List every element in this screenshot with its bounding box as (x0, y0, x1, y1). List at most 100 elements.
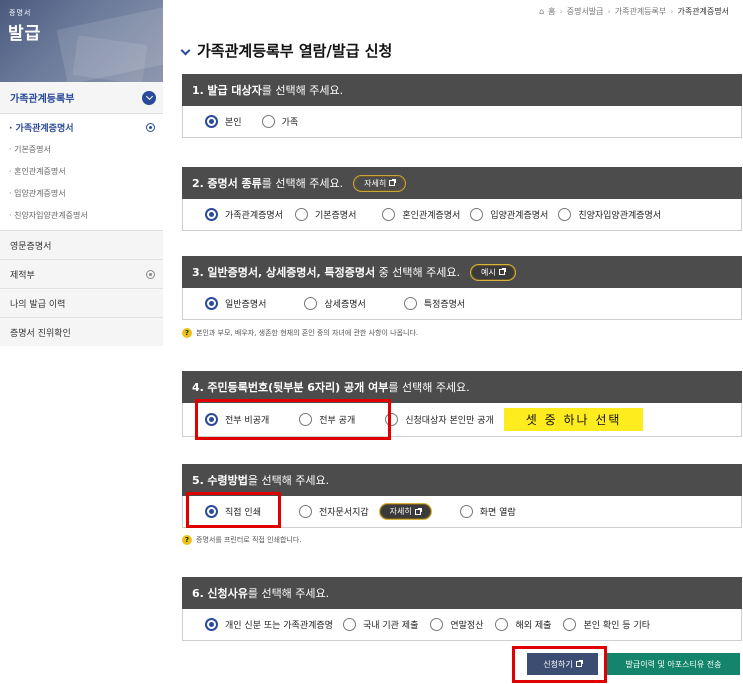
external-link-icon (389, 179, 397, 186)
radio-icon[interactable] (294, 208, 308, 221)
sidebar-sub-item-basic-cert[interactable]: · 기본증명서 (0, 138, 163, 160)
radio-selected-icon[interactable] (205, 115, 218, 128)
radio-icon[interactable] (261, 115, 275, 128)
sidebar-item-label: 제적부 (10, 270, 35, 281)
section-header-rest: 를 선택해 주세요. (261, 84, 344, 97)
radio-option-screen-view[interactable]: 화면 열람 (459, 505, 516, 518)
radio-option-adoption-cert[interactable]: 입양관계증명서 (470, 208, 548, 221)
banner-small-text: 증명서 (9, 9, 32, 17)
radio-icon[interactable] (403, 297, 417, 310)
radio-option-domestic[interactable]: 국내 기관 제출 (342, 618, 418, 631)
radio-icon[interactable] (382, 208, 396, 221)
send-history-button[interactable]: 발급이력 및 아포스티유 전송 (607, 653, 740, 675)
section-header: 6. 신청사유를 선택해 주세요. (182, 577, 742, 609)
banner-title: 발급 (8, 24, 42, 44)
radio-icon[interactable] (558, 208, 572, 221)
chevron-left-icon (180, 45, 191, 56)
red-box-id-options (195, 399, 391, 440)
sidebar-sub-item-label: · 혼인관계증명서 (9, 166, 66, 176)
radio-icon[interactable] (470, 208, 484, 221)
breadcrumb-level1[interactable]: 증명서발급 (567, 6, 604, 17)
section-header-rest: 를 선택해 주세요. (247, 587, 330, 600)
section-options: 가족관계증명서 기본증명서 혼인관계증명서 입양관계증명서 친양자입양관계증명서 (182, 199, 742, 231)
sidebar-sub-item-adoption-cert[interactable]: · 입양관계증명서 (0, 182, 163, 204)
radio-selected-icon[interactable] (205, 297, 218, 310)
sidebar-item-label: 영문증명서 (10, 241, 52, 252)
example-button[interactable]: 예시 (470, 263, 516, 281)
breadcrumb-home[interactable]: 홈 (548, 6, 555, 17)
sidebar-head-label: 가족관계등록부 (10, 94, 75, 105)
section-reason: 6. 신청사유를 선택해 주세요. 개인 신분 또는 가족관계증명 국내 기관 … (182, 577, 742, 641)
sidebar-item-verify[interactable]: 증명서 진위확인 (0, 317, 163, 346)
sidebar-sub-item-label: · 기본증명서 (9, 144, 51, 154)
section-header-bold: 일반증명서, 상세증명서, 특정증명서 (207, 266, 376, 279)
external-link-icon (414, 507, 422, 515)
instruction-highlight: 셋 중 하나 선택 (503, 408, 644, 431)
radio-option-detailed[interactable]: 상세증명서 (304, 297, 366, 310)
radio-option-tax[interactable]: 연말정산 (430, 618, 483, 631)
radio-option-specific[interactable]: 특정증명서 (403, 297, 465, 310)
section-options: 일반증명서 상세증명서 특정증명서 (182, 288, 742, 320)
breadcrumb: ⌂ 홈 › 증명서발급 › 가족관계등록부 › 가족관계증명서 (539, 6, 729, 17)
radio-icon[interactable] (304, 297, 318, 310)
sidebar: 증명서 발급 가족관계등록부 · 가족관계증명서 · 기본증명서 · 혼인관계증… (0, 0, 163, 346)
chevron-down-icon (142, 90, 156, 105)
section-target: 1. 발급 대상자를 선택해 주세요. 본인 가족 (182, 74, 742, 138)
section-header-bold: 주민등록번호(뒷부분 6자리) 공개 여부 (207, 381, 389, 394)
home-icon[interactable]: ⌂ (539, 7, 544, 16)
sidebar-sub-list: · 가족관계증명서 · 기본증명서 · 혼인관계증명서 · 입양관계증명서 · … (0, 114, 163, 230)
sidebar-item-label: 나의 발급 이력 (10, 299, 66, 310)
sidebar-sub-item-label: · 가족관계증명서 (9, 123, 74, 134)
radio-option-self[interactable]: 본인 (205, 115, 242, 128)
section-header-bold: 신청사유 (207, 587, 248, 600)
sidebar-sub-item-full-adoption-cert[interactable]: · 친양자입양관계증명서 (0, 204, 163, 226)
section-header-rest: 를 선택해 주세요. (388, 381, 470, 394)
radio-option-self-only-public[interactable]: 신청대상자 본인만 공개 (385, 413, 494, 426)
section5-note: ? 증명서를 프린터로 직접 인쇄합니다. (182, 535, 302, 545)
details-button[interactable]: 자세히 (353, 174, 407, 192)
radio-option-other[interactable]: 본인 확인 등 기타 (563, 618, 650, 631)
sidebar-item-my-history[interactable]: 나의 발급 이력 (0, 288, 163, 317)
sidebar-sub-item-marriage-cert[interactable]: · 혼인관계증명서 (0, 160, 163, 182)
radio-selected-icon[interactable] (205, 208, 218, 221)
section-header: 2. 증명서 종류를 선택해 주세요. 자세히 (182, 167, 742, 199)
radio-option-family-cert[interactable]: 가족관계증명서 (205, 208, 283, 221)
radio-icon[interactable] (298, 505, 312, 518)
radio-option-marriage-cert[interactable]: 혼인관계증명서 (382, 208, 460, 221)
radio-icon[interactable] (495, 618, 509, 631)
expand-icon (146, 269, 155, 279)
section-header-bold: 발급 대상자 (207, 84, 262, 97)
sidebar-sub-item-family-cert[interactable]: · 가족관계증명서 (0, 116, 163, 138)
radio-option-full-adoption-cert[interactable]: 친양자입양관계증명서 (558, 208, 661, 221)
radio-option-basic-cert[interactable]: 기본증명서 (294, 208, 356, 221)
sidebar-item-family-register[interactable]: 가족관계등록부 (0, 82, 163, 114)
sidebar-item-english-cert[interactable]: 영문증명서 (0, 230, 163, 259)
details-button[interactable]: 자세히 (378, 503, 432, 520)
red-box-print-option (186, 492, 281, 528)
section-options: 개인 신분 또는 가족관계증명 국내 기관 제출 연말정산 해외 제출 본인 확… (182, 609, 742, 641)
sidebar-banner: 증명서 발급 (0, 0, 163, 82)
radio-icon[interactable] (563, 618, 577, 631)
external-link-icon (498, 268, 506, 275)
radio-option-overseas[interactable]: 해외 제출 (495, 618, 551, 631)
selected-dot-icon (146, 122, 155, 132)
radio-icon[interactable] (342, 618, 356, 631)
section-header-bold: 증명서 종류 (207, 177, 262, 190)
section-header-rest: 를 선택해 주세요. (261, 177, 344, 190)
sidebar-item-removed-register[interactable]: 제적부 (0, 259, 163, 288)
radio-option-general[interactable]: 일반증명서 (205, 297, 266, 310)
section-header-rest: 중 선택해 주세요. (375, 266, 460, 279)
breadcrumb-level2[interactable]: 가족관계등록부 (615, 6, 667, 17)
section-header-rest: 을 선택해 주세요. (247, 474, 330, 487)
section-cert-detail: 3. 일반증명서, 상세증명서, 특정증명서 중 선택해 주세요. 예시 일반증… (182, 256, 742, 320)
radio-option-family[interactable]: 가족 (261, 115, 298, 128)
question-icon: ? (182, 328, 192, 338)
radio-selected-icon[interactable] (205, 618, 218, 631)
page-title: 가족관계등록부 열람/발급 신청 (180, 40, 392, 61)
radio-option-e-wallet[interactable]: 전자문서지갑 (298, 505, 369, 518)
radio-icon[interactable] (430, 618, 444, 631)
radio-option-identity[interactable]: 개인 신분 또는 가족관계증명 (205, 618, 333, 631)
radio-icon[interactable] (459, 505, 473, 518)
sidebar-sub-item-label: · 입양관계증명서 (9, 188, 66, 198)
section-header: 1. 발급 대상자를 선택해 주세요. (182, 74, 742, 106)
